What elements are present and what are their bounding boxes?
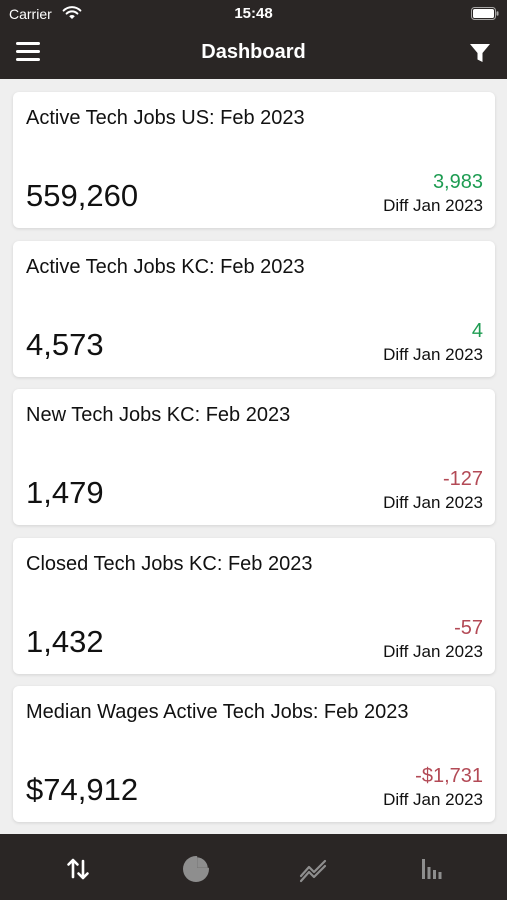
card-diff: -127 [442,468,483,490]
battery-icon [471,7,499,20]
sort-arrows-icon[interactable] [63,854,93,884]
metric-card-new-jobs-kc[interactable]: New Tech Jobs KC: Feb 2023 1,479 -127 Di… [13,389,495,525]
card-title: Closed Tech Jobs KC: Feb 2023 [26,553,313,575]
card-title: New Tech Jobs KC: Feb 2023 [26,404,291,426]
card-diff: -$1,731 [415,765,483,787]
metric-card-active-jobs-us[interactable]: Active Tech Jobs US: Feb 2023 559,260 3,… [13,92,495,228]
card-title: Active Tech Jobs US: Feb 2023 [26,107,305,129]
bar-chart-icon[interactable] [417,854,447,884]
metric-card-closed-jobs-kc[interactable]: Closed Tech Jobs KC: Feb 2023 1,432 -57 … [13,538,495,674]
card-diff-label: Diff Jan 2023 [383,196,483,215]
metric-card-median-wages[interactable]: Median Wages Active Tech Jobs: Feb 2023 … [13,686,495,822]
card-title: Median Wages Active Tech Jobs: Feb 2023 [26,701,409,723]
card-value: 4,573 [26,327,104,362]
card-diff: -57 [454,617,483,639]
card-diff-label: Diff Jan 2023 [383,493,483,512]
tab-bar [0,834,507,900]
card-diff-label: Diff Jan 2023 [383,642,483,661]
card-value: $74,912 [26,772,139,807]
filter-icon[interactable] [469,42,491,64]
line-chart-icon[interactable] [298,854,328,884]
dashboard-card-list[interactable]: Active Tech Jobs US: Feb 2023 559,260 3,… [0,79,507,834]
card-diff: 3,983 [432,171,483,193]
card-value: 1,432 [26,624,104,659]
status-time: 15:48 [234,5,273,22]
card-title: Active Tech Jobs KC: Feb 2023 [26,256,305,278]
card-value: 1,479 [26,475,104,510]
navigation-bar: Dashboard [0,28,507,79]
card-diff-label: Diff Jan 2023 [383,345,483,364]
page-title: Dashboard [201,41,306,63]
card-diff-label: Diff Jan 2023 [383,790,483,809]
metric-card-active-jobs-kc[interactable]: Active Tech Jobs KC: Feb 2023 4,573 4 Di… [13,241,495,377]
status-bar: Carrier 15:48 [0,0,507,28]
card-value: 559,260 [26,178,139,213]
pie-chart-icon[interactable] [181,854,211,884]
card-diff: 4 [471,320,483,342]
